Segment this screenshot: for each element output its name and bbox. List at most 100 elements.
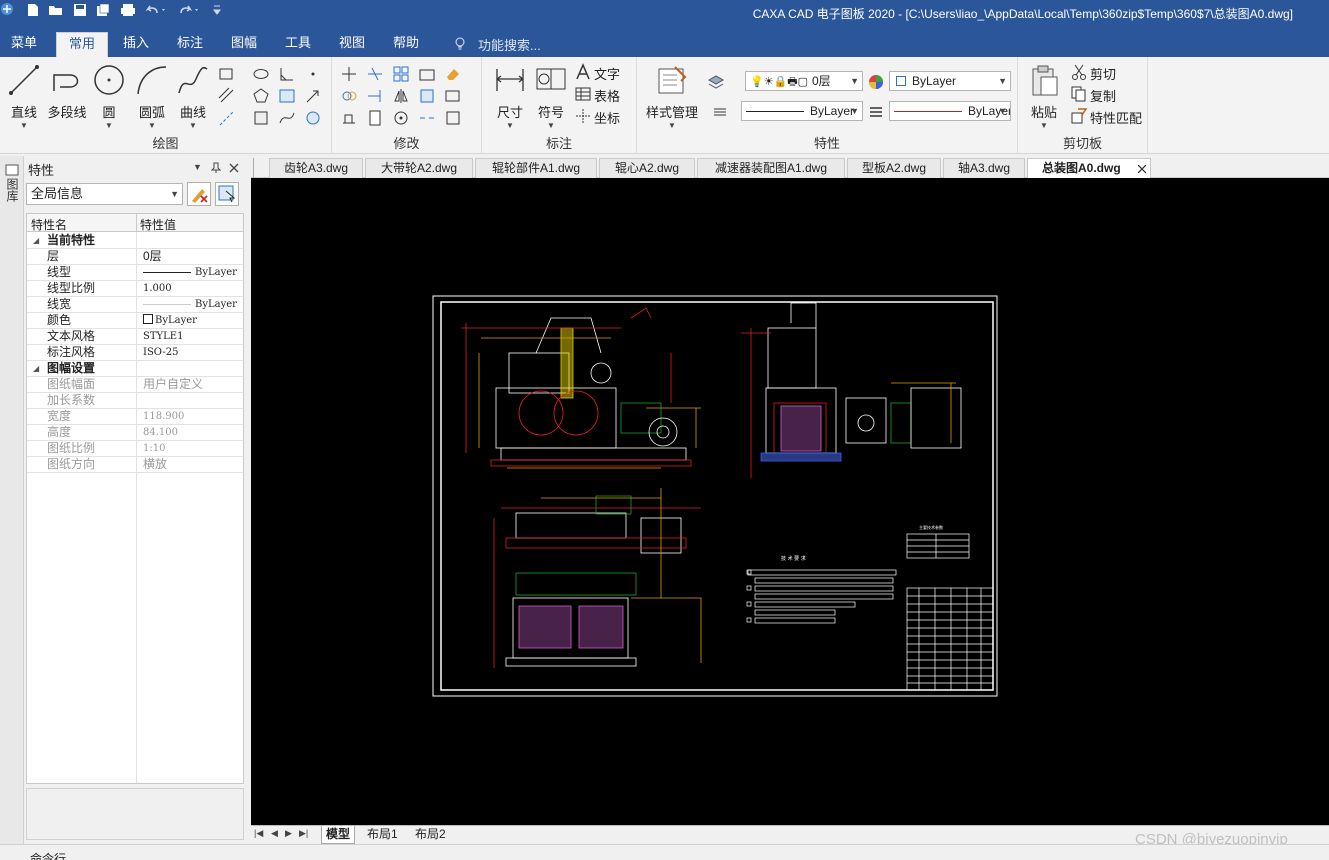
polyline-button[interactable]: 多段线: [46, 63, 88, 121]
save-icon[interactable]: [73, 3, 87, 17]
save-all-icon[interactable]: [96, 3, 110, 17]
ellipse-icon[interactable]: [252, 65, 270, 83]
style-manager-button[interactable]: 样式管理 ▼: [643, 63, 701, 130]
doc-tab-pulley[interactable]: 大带轮A2.dwg: [365, 158, 473, 178]
copy-icon[interactable]: [1070, 85, 1088, 103]
doc-tab-roller-assembly[interactable]: 辊轮部件A1.dwg: [475, 158, 597, 178]
property-row-paper-size[interactable]: 图纸幅面 用户自定义: [27, 377, 243, 393]
property-row-lineweight[interactable]: 线宽 ByLayer: [27, 297, 243, 313]
move-icon[interactable]: [340, 65, 358, 83]
close-panel-icon[interactable]: [229, 163, 239, 173]
symbol-button[interactable]: 符号 ▼: [534, 63, 568, 130]
quick-select-button[interactable]: [187, 182, 211, 206]
match-properties-label[interactable]: 特性匹配: [1090, 108, 1142, 127]
doc-tab-general-assembly[interactable]: 总装图A0.dwg: [1027, 158, 1151, 178]
drawing-canvas[interactable]: 技 术 要 求 主要技术参数: [251, 178, 1329, 825]
fillet-icon[interactable]: [444, 87, 462, 105]
property-row-text-style[interactable]: 文本风格 STYLE1: [27, 329, 243, 345]
stretch-icon[interactable]: [340, 109, 358, 127]
spline-icon[interactable]: [278, 109, 296, 127]
arrow-icon[interactable]: [304, 87, 322, 105]
property-row-layer[interactable]: 层 0层: [27, 249, 243, 265]
property-row-height[interactable]: 高度 84.100: [27, 425, 243, 441]
menu-tab-sheet[interactable]: 图幅: [224, 34, 264, 57]
command-line-label[interactable]: 命令行: [30, 850, 66, 860]
edit-icon[interactable]: [444, 109, 462, 127]
menu-tab-dimension[interactable]: 标注: [170, 34, 210, 57]
table-icon[interactable]: [574, 85, 592, 103]
hatch-icon[interactable]: [278, 87, 296, 105]
select-objects-button[interactable]: [215, 182, 239, 206]
text-label[interactable]: 文字: [594, 64, 620, 83]
chamfer-icon[interactable]: [278, 65, 296, 83]
section-current-properties[interactable]: ◢ 当前特性: [27, 233, 243, 249]
lineweight-combo[interactable]: ByLayer ▼: [889, 101, 1011, 121]
trim-icon[interactable]: [366, 65, 384, 83]
break-icon[interactable]: [418, 109, 436, 127]
line-button[interactable]: 直线 ▼: [6, 63, 42, 130]
parallel-line-icon[interactable]: [218, 87, 236, 105]
undo-icon[interactable]: [145, 3, 169, 17]
doc-tab-gear[interactable]: 齿轮A3.dwg: [269, 158, 363, 178]
layer-icon[interactable]: [707, 72, 725, 90]
coordinate-label[interactable]: 坐标: [594, 108, 620, 127]
lineweight-icon[interactable]: [867, 103, 885, 121]
property-row-linetype-scale[interactable]: 线型比例 1.000: [27, 281, 243, 297]
copy-object-icon[interactable]: [366, 109, 384, 127]
color-combo[interactable]: ByLayer ▼: [889, 71, 1011, 91]
feature-search[interactable]: 功能搜索...: [478, 35, 541, 54]
filter-combo[interactable]: 全局信息 ▼: [26, 183, 183, 205]
panel-menu-icon[interactable]: ▼: [193, 162, 202, 172]
scale-icon[interactable]: [418, 65, 436, 83]
curve-button[interactable]: 曲线 ▼: [174, 63, 212, 130]
new-file-icon[interactable]: [26, 3, 40, 17]
block-icon[interactable]: [252, 109, 270, 127]
arc-button[interactable]: 圆弧 ▼: [134, 63, 170, 130]
customize-qa-icon[interactable]: [212, 4, 222, 16]
circle-button[interactable]: 圆 ▼: [92, 63, 126, 130]
polygon-icon[interactable]: [252, 87, 270, 105]
table-label[interactable]: 表格: [594, 86, 620, 105]
tab-scroll-handle[interactable]: [253, 158, 267, 178]
print-icon[interactable]: [120, 3, 136, 17]
library-strip[interactable]: 图库: [0, 156, 24, 844]
property-row-orientation[interactable]: 图纸方向 横放: [27, 457, 243, 473]
color-wheel-icon[interactable]: [867, 73, 885, 91]
layout-tab-model[interactable]: 模型: [321, 826, 356, 844]
offset-icon[interactable]: [340, 87, 358, 105]
doc-tab-template[interactable]: 型板A2.dwg: [847, 158, 941, 178]
coordinate-icon[interactable]: [574, 107, 592, 125]
property-row-extension-factor[interactable]: 加长系数: [27, 393, 243, 409]
close-tab-icon[interactable]: [1138, 165, 1146, 173]
property-row-width[interactable]: 宽度 118.900: [27, 409, 243, 425]
extend-icon[interactable]: [366, 87, 384, 105]
property-row-scale[interactable]: 图纸比例 1:10: [27, 441, 243, 457]
menu-tab-common[interactable]: 常用: [56, 32, 108, 57]
next-layout-icon[interactable]: ▶: [285, 828, 292, 839]
mirror-icon[interactable]: [392, 87, 410, 105]
last-layout-icon[interactable]: ▶|: [299, 828, 308, 839]
property-row-color[interactable]: 颜色 ByLayer: [27, 313, 243, 329]
first-layout-icon[interactable]: |◀: [254, 828, 263, 839]
text-icon[interactable]: [574, 63, 592, 81]
prev-layout-icon[interactable]: ◀: [271, 828, 278, 839]
layout-tab-1[interactable]: 布局1: [367, 826, 398, 844]
doc-tab-shaft[interactable]: 轴A3.dwg: [943, 158, 1025, 178]
layout-tab-2[interactable]: 布局2: [415, 826, 446, 844]
cut-label[interactable]: 剪切: [1090, 64, 1116, 83]
centerline-icon[interactable]: [218, 109, 236, 127]
menu-tab-help[interactable]: 帮助: [386, 34, 426, 57]
menu-tab-main[interactable]: 菜单: [4, 34, 44, 57]
rectangle-icon[interactable]: [218, 65, 236, 83]
pin-icon[interactable]: [210, 162, 222, 174]
property-row-dimension-style[interactable]: 标注风格 ISO-25: [27, 345, 243, 361]
paste-button[interactable]: 粘贴 ▼: [1024, 63, 1064, 130]
copy-label[interactable]: 复制: [1090, 86, 1116, 105]
match-properties-icon[interactable]: [1070, 107, 1088, 125]
point-icon[interactable]: [304, 65, 322, 83]
linetype-list-icon[interactable]: [711, 103, 729, 121]
cut-icon[interactable]: [1070, 63, 1088, 81]
menu-tab-tools[interactable]: 工具: [278, 34, 318, 57]
property-row-linetype[interactable]: 线型 ByLayer: [27, 265, 243, 281]
eraser-icon[interactable]: [444, 65, 462, 83]
